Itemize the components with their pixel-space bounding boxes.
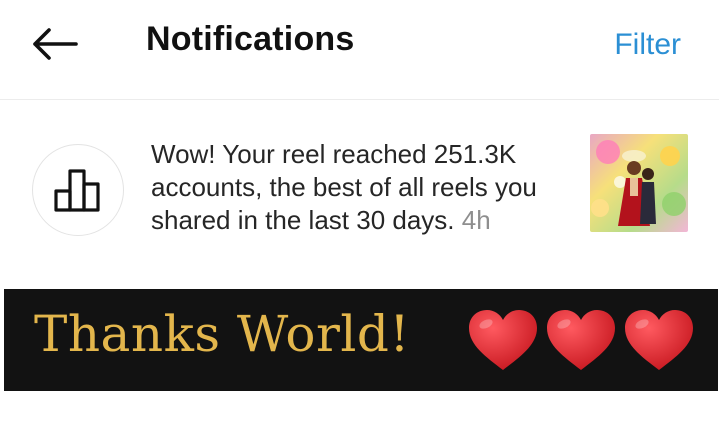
reel-thumbnail[interactable] bbox=[590, 134, 688, 232]
thanks-banner: Thanks World! bbox=[4, 289, 718, 391]
hearts-row bbox=[466, 307, 696, 373]
reel-thumbnail-image bbox=[590, 134, 688, 232]
notification-time: 4h bbox=[461, 205, 491, 235]
heart-icon bbox=[547, 310, 615, 370]
back-button[interactable] bbox=[26, 18, 82, 70]
notification-text: Wow! Your reel reached 251.3K accounts, … bbox=[151, 138, 581, 237]
banner-text: Thanks World! bbox=[34, 305, 411, 363]
notification-item[interactable]: Wow! Your reel reached 251.3K accounts, … bbox=[0, 120, 719, 250]
page-title: Notifications bbox=[146, 20, 355, 58]
arrow-left-icon bbox=[33, 28, 78, 60]
filter-button[interactable]: Filter bbox=[614, 28, 681, 62]
heart-icon bbox=[469, 310, 537, 370]
bar-chart-icon bbox=[54, 169, 100, 212]
heart-icon bbox=[625, 310, 693, 370]
insights-avatar bbox=[32, 144, 124, 236]
header-bar: Notifications Filter bbox=[0, 0, 719, 100]
